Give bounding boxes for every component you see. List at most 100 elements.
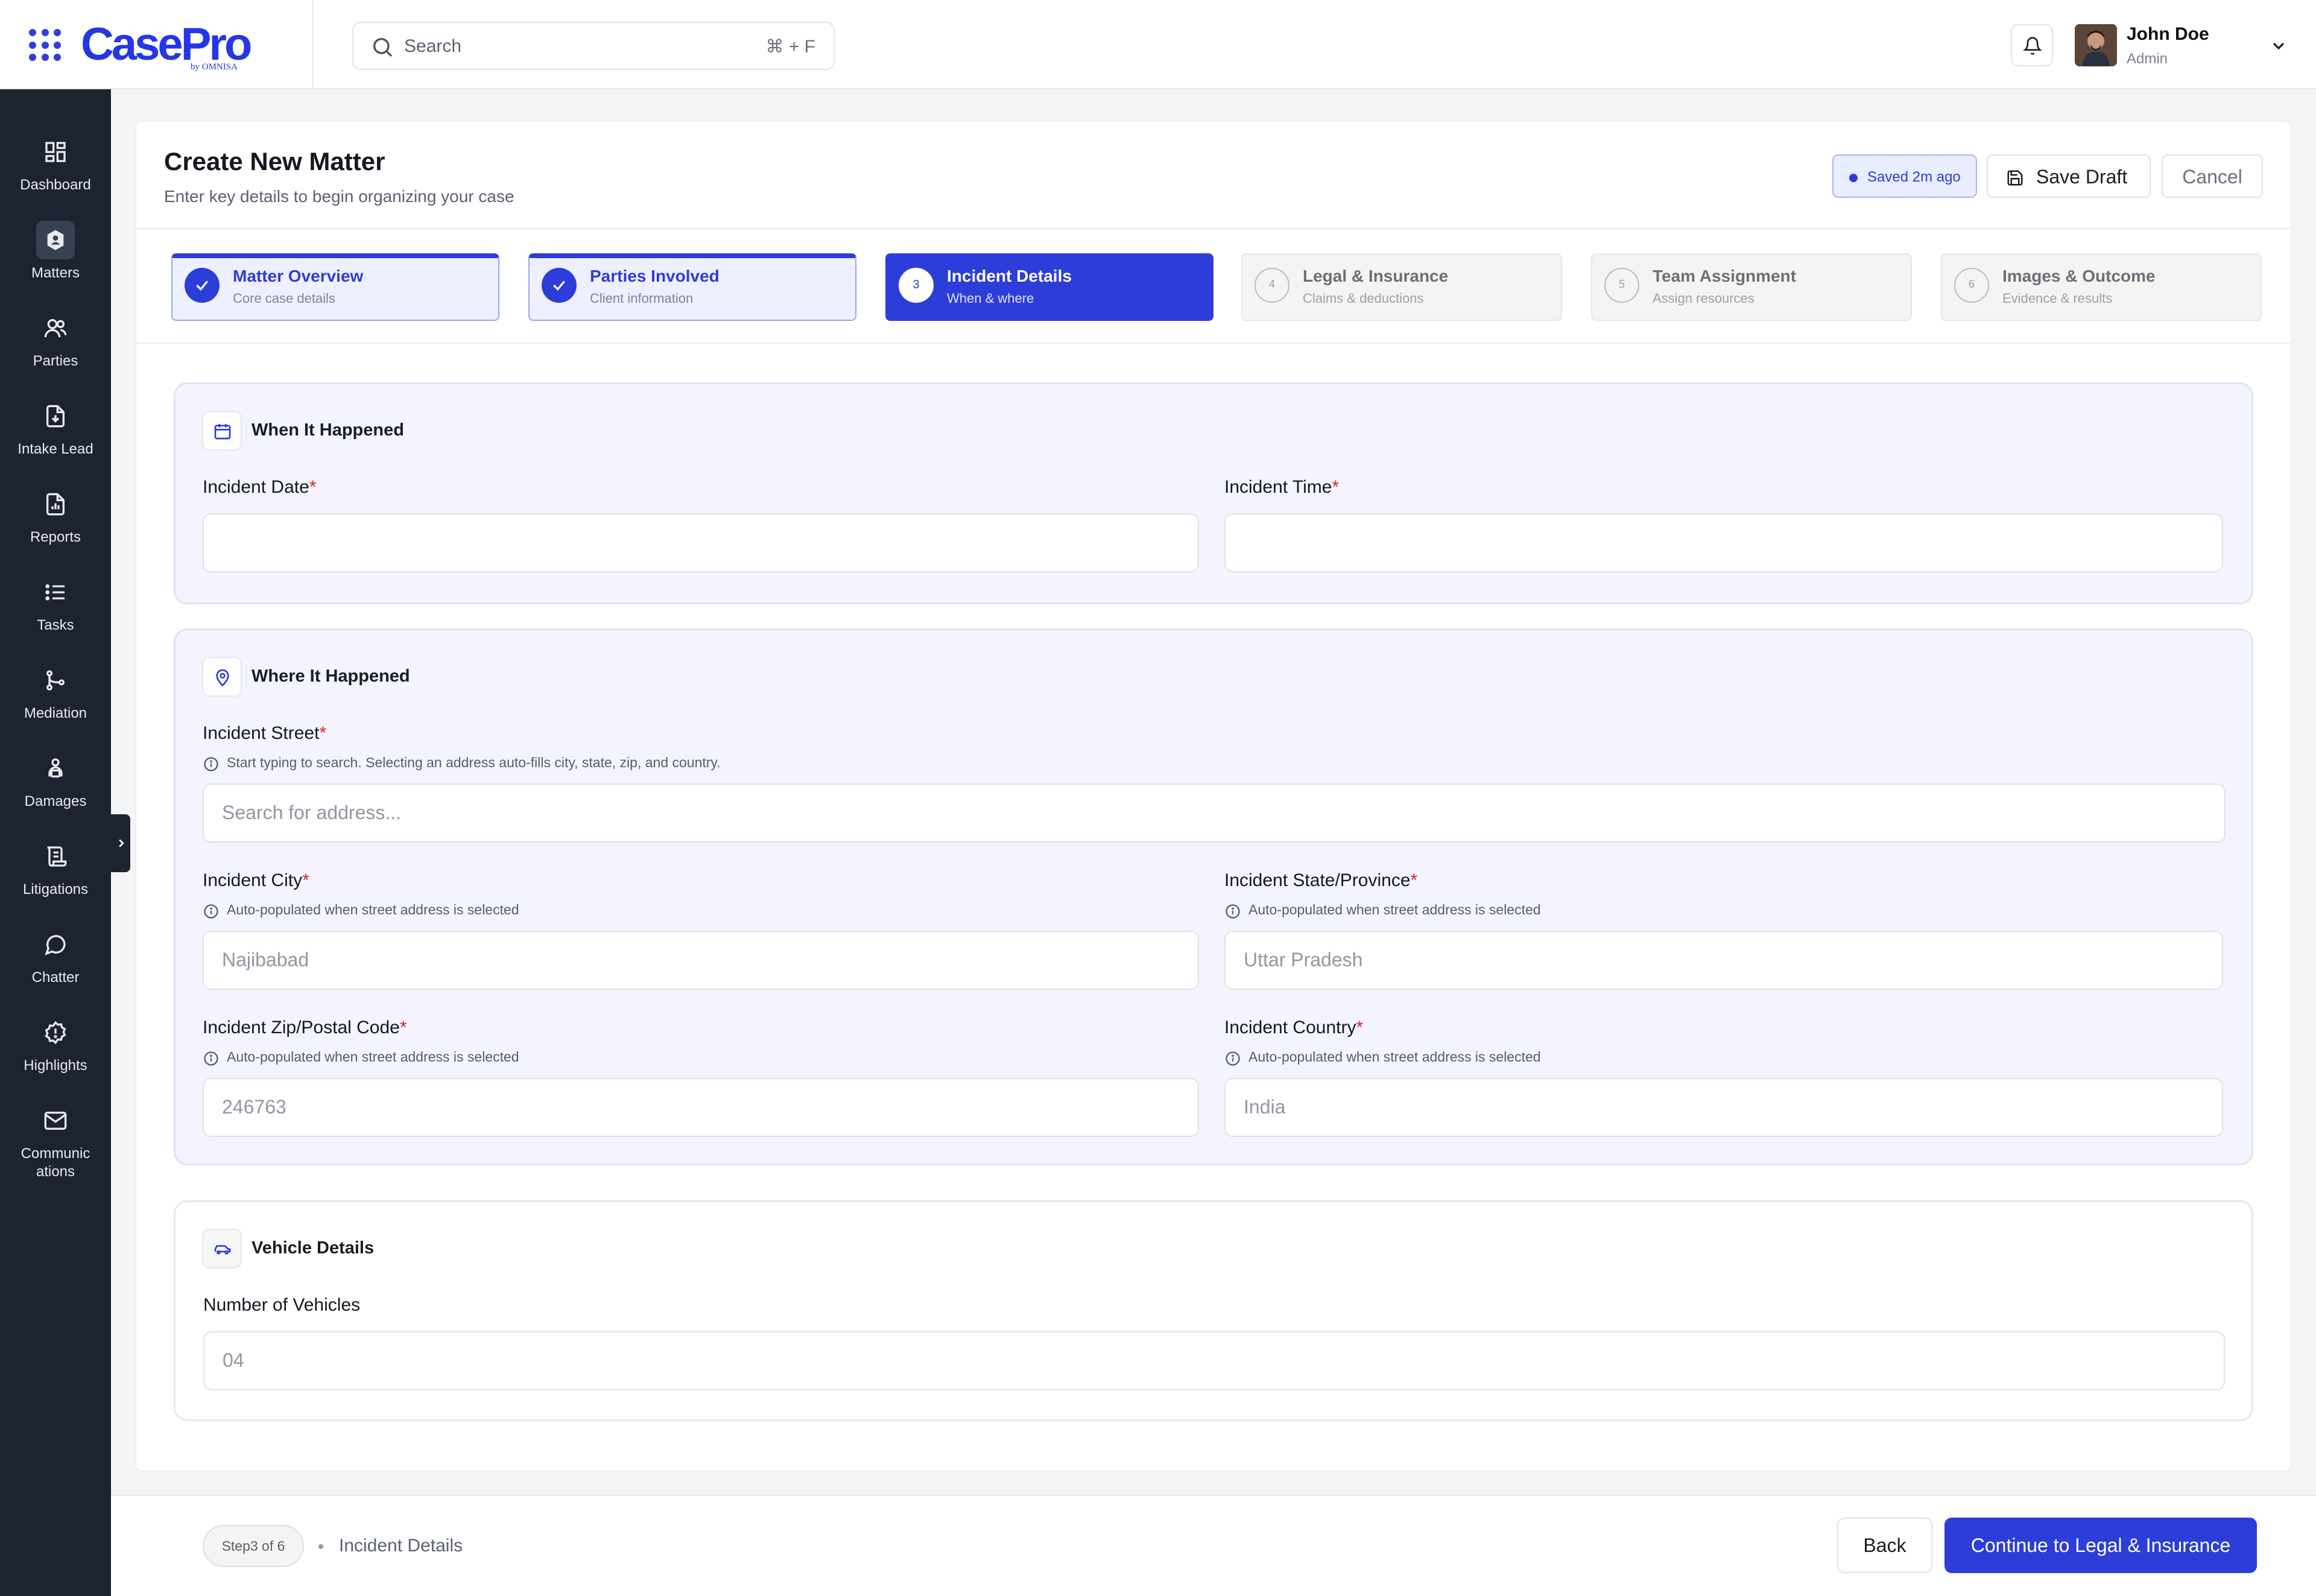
save-draft-button[interactable]: Save Draft [1987,154,2151,198]
section-title: Vehicle Details [252,1238,375,1258]
status-dot [1849,174,1858,182]
step-parties-involved[interactable]: Parties Involved Client information [528,253,856,321]
where-section: Where It Happened Incident Street* Start… [174,629,2253,1165]
sidebar-item-dashboard[interactable]: Dashboard [0,123,111,207]
current-step-name: Incident Details [339,1536,463,1556]
incident-street-input[interactable]: Search for address... [203,784,2226,843]
sidebar-item-label: Communic ations [21,1145,90,1180]
check-icon [553,280,565,291]
save-icon [2007,170,2023,186]
incident-date-label: Incident Date* [203,477,317,497]
search-input[interactable]: Search ⌘ + F [352,22,835,70]
calendar-icon [214,424,231,440]
sidebar-item-matters[interactable]: Matters [0,211,111,296]
sidebar-item-reports[interactable]: Reports [0,475,111,560]
sidebar-item-highlights[interactable]: Highlights [0,1004,111,1088]
form-footer: Step3 of 6 Incident Details Back Continu… [111,1495,2316,1596]
sidebar: Dashboard Matters Parties Intake Lead Re… [0,89,111,1596]
divider [136,343,2291,344]
dashboard-icon [45,142,66,162]
vehicle-section: Vehicle Details Number of Vehicles 04 [174,1200,2253,1421]
logo-byline: by OMNISA [191,62,238,72]
sidebar-expand-button[interactable] [111,814,130,872]
incident-zip-label: Incident Zip/Postal Code* [203,1018,407,1037]
notifications-button[interactable] [2011,24,2053,66]
car-icon [214,1245,231,1255]
continue-button[interactable]: Continue to Legal & Insurance [1944,1518,2257,1573]
incident-time-field[interactable] [1224,513,2223,572]
sidebar-item-label: Damages [24,793,87,809]
incident-city-label: Incident City* [203,870,309,890]
user-role: Admin [2127,51,2168,67]
incident-zip-field[interactable]: 246763 [203,1078,1199,1137]
sidebar-item-chatter[interactable]: Chatter [0,916,111,1000]
file-download-icon [46,405,65,428]
sidebar-item-label: Tasks [37,617,74,633]
sidebar-item-label: Parties [33,353,78,369]
incident-city-field[interactable]: Najibabad [203,931,1199,990]
sidebar-item-label: Reports [30,529,81,545]
cancel-button[interactable]: Cancel [2162,154,2263,198]
sidebar-item-litigations[interactable]: Litigations [0,828,111,912]
page-subtitle: Enter key details to begin organizing yo… [164,187,514,206]
report-icon [46,493,65,516]
brand-area: CasePro by OMNISA [0,0,314,89]
sidebar-item-label: Matters [31,265,80,281]
scroll-icon [47,846,67,867]
sidebar-item-label: Chatter [31,969,80,986]
user-name: John Doe [2127,24,2209,44]
sidebar-item-label: Dashboard [20,177,91,193]
briefcase-icon [47,230,64,250]
when-section: When It Happened Incident Date* Incident… [174,382,2253,604]
sidebar-item-mediation[interactable]: Mediation [0,651,111,736]
sidebar-item-label: Mediation [24,705,87,721]
alert-badge-icon [45,1021,66,1045]
users-icon [44,319,67,338]
step-matter-overview[interactable]: Matter Overview Core case details [171,253,499,321]
sidebar-item-label: Litigations [22,881,89,898]
step-incident-details[interactable]: 3 Incident Details When & where [885,253,1213,321]
separator-dot [318,1544,323,1549]
apps-grid-icon[interactable] [29,29,62,62]
check-icon [196,280,208,291]
section-title: When It Happened [252,420,404,440]
sidebar-item-damages[interactable]: Damages [0,739,111,824]
incident-state-field[interactable]: Uttar Pradesh [1224,931,2223,990]
search-icon [373,38,393,57]
list-icon [45,584,65,601]
page-title: Create New Matter [164,147,385,176]
sidebar-item-intake-lead[interactable]: Intake Lead [0,387,111,472]
step-images-outcome[interactable]: 6 Images & Outcome Evidence & results [1941,253,2262,321]
step-legal-insurance[interactable]: 4 Legal & Insurance Claims & deductions [1241,253,1562,321]
chevron-down-icon[interactable] [2269,36,2288,55]
vehicle-count-field[interactable]: 04 [203,1331,2225,1390]
back-button[interactable]: Back [1837,1518,1932,1573]
info-icon [204,757,218,771]
info-icon [1226,1051,1240,1066]
incident-country-field[interactable]: India [1224,1078,2223,1137]
user-avatar[interactable] [2075,24,2117,66]
step-progress-chip: Step3 of 6 [203,1525,304,1567]
map-pin-icon [216,669,229,687]
top-bar: CasePro by OMNISA Search ⌘ + F John Doe … [0,0,2316,89]
info-icon [1226,904,1240,919]
info-icon [204,904,218,919]
incident-state-label: Incident State/Province* [1224,870,1418,890]
section-title: Where It Happened [252,667,410,686]
incident-time-label: Incident Time* [1224,477,1340,497]
sidebar-item-communications[interactable]: Communic ations [0,1092,111,1180]
chat-icon [45,935,66,955]
sidebar-item-tasks[interactable]: Tasks [0,563,111,648]
sidebar-item-parties[interactable]: Parties [0,299,111,384]
branch-icon [46,670,65,691]
step-team-assignment[interactable]: 5 Team Assignment Assign resources [1591,253,1912,321]
incident-date-field[interactable] [203,513,1199,572]
incident-country-label: Incident Country* [1224,1018,1364,1037]
bell-icon [2023,37,2042,55]
vehicle-count-label: Number of Vehicles [203,1295,361,1315]
search-placeholder: Search [404,36,462,56]
sidebar-item-label: Highlights [24,1057,87,1074]
mail-icon [44,1112,67,1130]
info-icon [204,1051,218,1066]
chevron-right-icon [119,839,124,847]
